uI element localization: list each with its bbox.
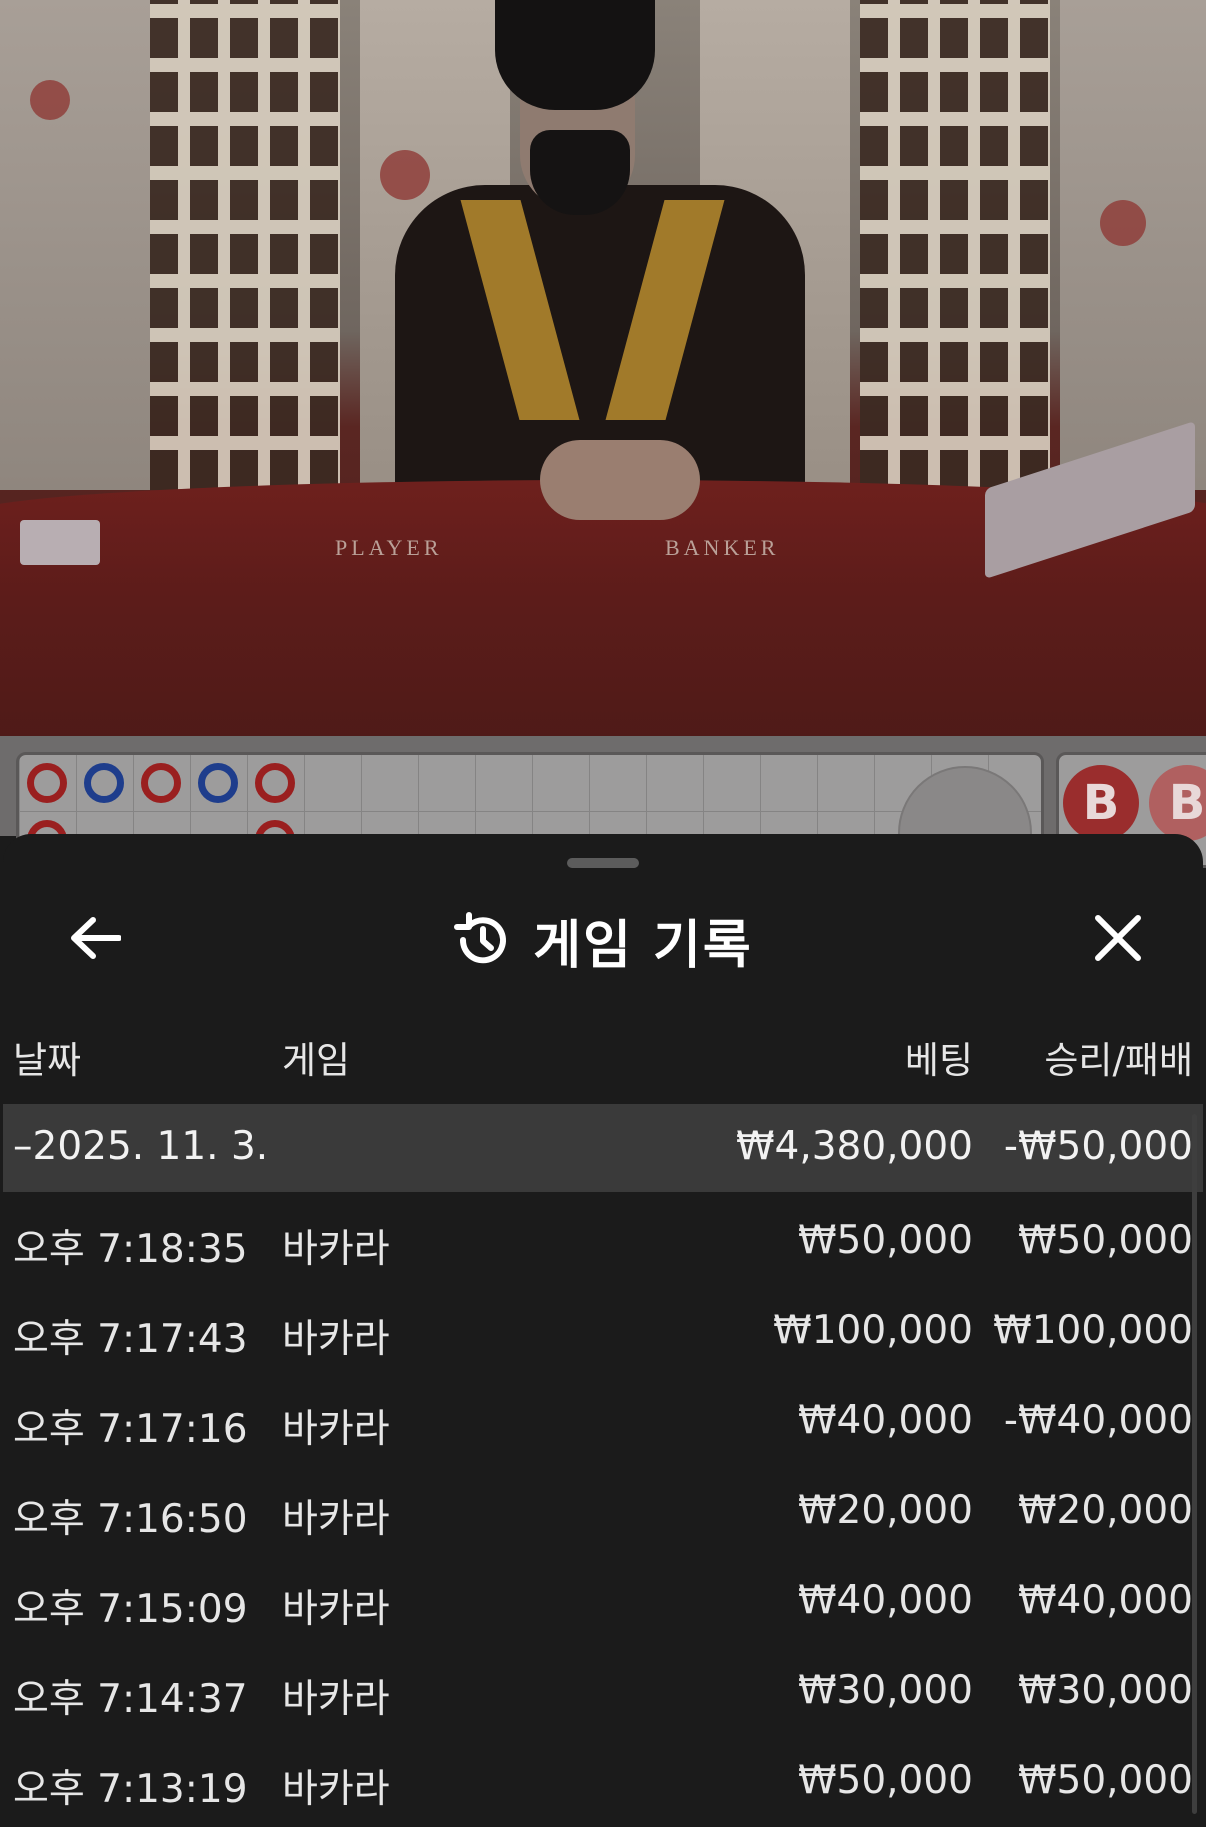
- row-time: 오후 7:18:35: [13, 1227, 248, 1272]
- row-game: 바카라: [282, 1767, 390, 1812]
- row-bet: ₩50,000: [797, 1758, 973, 1803]
- app-screen: PLAYER BANKER B B 게임 기록 날짜 게임 베팅 승리/패배 –…: [0, 0, 1206, 1827]
- row-time: 오후 7:17:16: [13, 1407, 248, 1452]
- row-result: ₩100,000: [993, 1308, 1193, 1353]
- row-bet: ₩40,000: [797, 1578, 973, 1623]
- history-row[interactable]: 오후 7:15:09 바카라 ₩40,000 ₩40,000: [3, 1552, 1203, 1642]
- bead-banker: [141, 763, 181, 803]
- close-button[interactable]: [1078, 898, 1158, 978]
- dealer-hands: [540, 440, 700, 520]
- history-list: 오후 7:18:35 바카라 ₩50,000 ₩50,000 오후 7:17:4…: [3, 1192, 1203, 1822]
- row-time: 오후 7:16:50: [13, 1497, 248, 1542]
- dealer-hair: [495, 0, 655, 110]
- date-group-total-result: -₩50,000: [1003, 1124, 1193, 1169]
- column-header-game: 게임: [282, 1039, 351, 1082]
- blossom-decoration: [30, 80, 70, 120]
- bead-banker: [255, 763, 295, 803]
- history-icon: [454, 912, 507, 964]
- row-time: 오후 7:15:09: [13, 1587, 248, 1632]
- bead-player: [84, 763, 124, 803]
- row-result: ₩20,000: [1017, 1488, 1193, 1533]
- row-game: 바카라: [282, 1407, 390, 1452]
- blossom-decoration: [380, 150, 430, 200]
- game-history-sheet: 게임 기록 날짜 게임 베팅 승리/패배 –2025. 11. 3. ₩4,38…: [3, 834, 1203, 1827]
- row-game: 바카라: [282, 1227, 390, 1272]
- row-game: 바카라: [282, 1497, 390, 1542]
- scrollbar[interactable]: [1192, 1114, 1197, 1814]
- screen-panel: [0, 0, 150, 490]
- row-time: 오후 7:14:37: [13, 1677, 248, 1722]
- live-video: PLAYER BANKER: [0, 0, 1206, 736]
- lattice-screen: [860, 0, 1050, 490]
- page-title: 게임 기록: [533, 915, 753, 976]
- history-row[interactable]: 오후 7:17:16 바카라 ₩40,000 -₩40,000: [3, 1372, 1203, 1462]
- column-header-result: 승리/패배: [1044, 1039, 1193, 1082]
- row-bet: ₩20,000: [797, 1488, 973, 1533]
- close-icon: [1095, 915, 1141, 961]
- column-header-bet: 베팅: [904, 1039, 973, 1082]
- sheet-title: 게임 기록: [3, 900, 1203, 980]
- lattice-screen: [150, 0, 340, 490]
- row-time: 오후 7:13:19: [13, 1767, 248, 1812]
- date-group-row[interactable]: –2025. 11. 3. ₩4,380,000 -₩50,000: [3, 1104, 1203, 1192]
- history-row[interactable]: 오후 7:13:19 바카라 ₩50,000 ₩50,000: [3, 1732, 1203, 1822]
- discard-tray: [20, 520, 100, 565]
- blossom-decoration: [1100, 200, 1146, 246]
- column-header-date: 날짜: [13, 1039, 82, 1082]
- history-row[interactable]: 오후 7:17:43 바카라 ₩100,000 ₩100,000: [3, 1282, 1203, 1372]
- row-result: ₩30,000: [1017, 1668, 1193, 1713]
- bead-banker: [27, 763, 67, 803]
- row-bet: ₩50,000: [797, 1218, 973, 1263]
- row-time: 오후 7:17:43: [13, 1317, 248, 1362]
- date-group-label: –2025. 11. 3.: [13, 1124, 269, 1169]
- row-bet: ₩40,000: [797, 1398, 973, 1443]
- row-result: ₩40,000: [1017, 1578, 1193, 1623]
- bead-player: [198, 763, 238, 803]
- row-game: 바카라: [282, 1587, 390, 1632]
- table-label-banker: BANKER: [665, 535, 780, 560]
- history-row[interactable]: 오후 7:16:50 바카라 ₩20,000 ₩20,000: [3, 1462, 1203, 1552]
- screen-panel: [1060, 0, 1206, 490]
- row-bet: ₩100,000: [773, 1308, 973, 1353]
- row-bet: ₩30,000: [797, 1668, 973, 1713]
- row-result: ₩50,000: [1017, 1218, 1193, 1263]
- row-result: ₩50,000: [1017, 1758, 1193, 1803]
- banker-chip: B: [1063, 765, 1139, 841]
- table-label-player: PLAYER: [335, 535, 443, 560]
- row-game: 바카라: [282, 1317, 390, 1362]
- row-game: 바카라: [282, 1677, 390, 1722]
- row-result: -₩40,000: [1003, 1398, 1193, 1443]
- banker-chip: B: [1149, 765, 1206, 841]
- dealer-mask: [530, 130, 630, 215]
- date-group-total-bet: ₩4,380,000: [735, 1124, 973, 1169]
- table-header: 날짜 게임 베팅 승리/패배: [3, 1030, 1203, 1094]
- history-row[interactable]: 오후 7:14:37 바카라 ₩30,000 ₩30,000: [3, 1642, 1203, 1732]
- sheet-grabber[interactable]: [567, 858, 639, 868]
- history-row[interactable]: 오후 7:18:35 바카라 ₩50,000 ₩50,000: [3, 1192, 1203, 1282]
